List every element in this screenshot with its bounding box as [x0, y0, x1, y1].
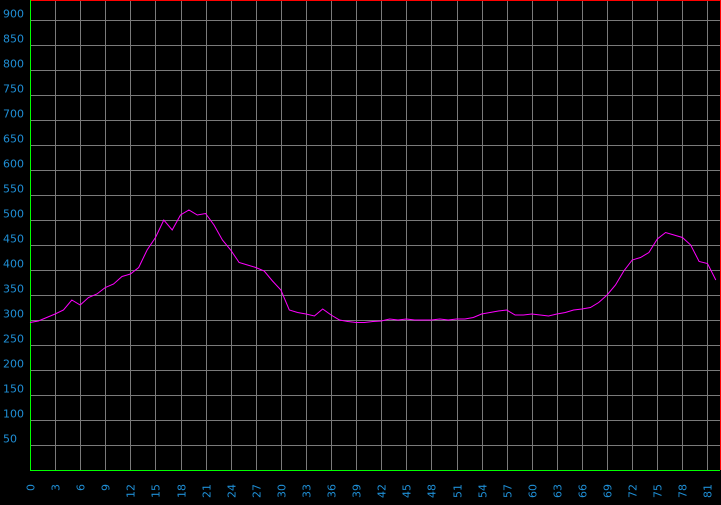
y-tick-label: 800: [3, 58, 24, 71]
x-tick-label: 57: [502, 484, 515, 498]
y-tick-label: 900: [3, 8, 24, 21]
y-tick-label: 300: [3, 308, 24, 321]
x-tick-label: 54: [477, 484, 490, 498]
x-tick-label: 81: [702, 484, 715, 498]
x-tick-label: 27: [251, 484, 264, 498]
x-tick-label: 24: [226, 484, 239, 498]
x-tick-label: 66: [577, 484, 590, 498]
x-tick-label: 60: [527, 484, 540, 498]
x-tick-label: 18: [176, 484, 189, 498]
y-tick-label: 650: [3, 133, 24, 146]
x-tick-label: 15: [150, 484, 163, 498]
x-tick-label: 42: [376, 484, 389, 498]
x-tick-label: 12: [125, 484, 138, 498]
x-tick-label: 69: [602, 484, 615, 498]
x-tick-label: 21: [201, 484, 214, 498]
y-tick-label: 50: [3, 433, 17, 446]
y-tick-label: 100: [3, 408, 24, 421]
x-tick-label: 75: [652, 484, 665, 498]
x-tick-label: 39: [351, 484, 364, 498]
y-tick-label: 350: [3, 283, 24, 296]
y-tick-label: 150: [3, 383, 24, 396]
x-tick-label: 3: [50, 484, 63, 491]
x-tick-label: 51: [452, 484, 465, 498]
y-tick-label: 550: [3, 183, 24, 196]
x-tick-label: 78: [677, 484, 690, 498]
y-tick-label: 200: [3, 358, 24, 371]
y-tick-label: 250: [3, 333, 24, 346]
x-tick-label: 0: [25, 484, 38, 491]
y-tick-label: 600: [3, 158, 24, 171]
y-tick-label: 750: [3, 83, 24, 96]
plot-background: [0, 0, 721, 505]
x-tick-label: 45: [401, 484, 414, 498]
y-tick-label: 700: [3, 108, 24, 121]
x-tick-label: 72: [627, 484, 640, 498]
x-tick-label: 9: [100, 484, 113, 491]
line-chart: 5010015020025030035040045050055060065070…: [0, 0, 721, 505]
y-tick-label: 850: [3, 33, 24, 46]
x-tick-label: 33: [301, 484, 314, 498]
x-tick-label: 36: [326, 484, 339, 498]
y-tick-label: 450: [3, 233, 24, 246]
x-tick-label: 30: [276, 484, 289, 498]
y-tick-label: 400: [3, 258, 24, 271]
y-tick-label: 500: [3, 208, 24, 221]
x-tick-label: 48: [426, 484, 439, 498]
x-tick-label: 6: [75, 484, 88, 491]
x-tick-label: 63: [552, 484, 565, 498]
